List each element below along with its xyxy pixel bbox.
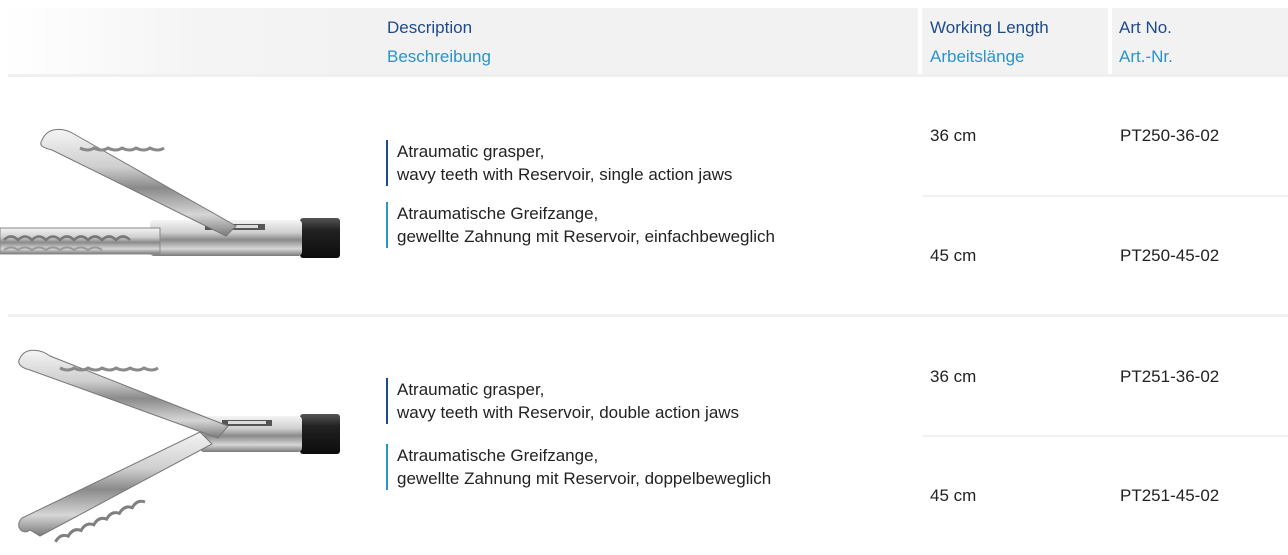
header-divider [8,74,1288,77]
product-1-artno-1: PT250-36-02 [1120,126,1220,145]
product-2-desc-en-line2: wavy teeth with Reservoir, double action… [397,403,740,422]
header-description-de: Beschreibung [387,47,491,66]
instrument-image-double-action [0,340,340,550]
product-1-length-2: 45 cm [930,246,977,265]
product-2-desc-de-line2: gewellte Zahnung mit Reservoir, doppelbe… [397,469,772,488]
header-artno-en: Art No. [1119,18,1172,37]
product-1-desc-de-line1: Atraumatische Greifzange, [397,204,599,223]
product-divider [8,314,1288,317]
header-artno-cell: Art No. Art.-Nr. [1112,8,1288,74]
product-1-artno-2: PT250-45-02 [1120,246,1220,265]
product-2-artno-2: PT251-45-02 [1120,486,1220,505]
product-1-variant-divider [922,195,1288,197]
header-length-cell: Working Length Arbeitslänge [922,8,1108,74]
product-2-desc-de-line1: Atraumatische Greifzange, [397,446,599,465]
header-artno-de: Art.-Nr. [1119,47,1173,66]
product-2-description-en: Atraumatic grasper, wavy teeth with Rese… [386,378,739,424]
product-1-length-1: 36 cm [930,126,977,145]
product-2-artno-1: PT251-36-02 [1120,367,1220,386]
product-1-description-de: Atraumatische Greifzange, gewellte Zahnu… [386,202,775,248]
product-1-desc-en-line2: wavy teeth with Reservoir, single action… [397,165,733,184]
header-length-en: Working Length [930,18,1049,37]
product-1-desc-en-line1: Atraumatic grasper, [397,142,545,161]
header-description-en: Description [387,18,473,37]
header-left-fade [0,8,372,74]
product-2-length-2: 45 cm [930,486,977,505]
product-2-desc-en-line1: Atraumatic grasper, [397,380,545,399]
product-2-description-de: Atraumatische Greifzange, gewellte Zahnu… [386,444,771,490]
header-description-cell: Description Beschreibung [372,8,918,74]
product-1-desc-de-line2: gewellte Zahnung mit Reservoir, einfachb… [397,227,775,246]
product-1-description-en: Atraumatic grasper, wavy teeth with Rese… [386,140,732,186]
product-2-length-1: 36 cm [930,367,977,386]
header-length-de: Arbeitslänge [930,47,1025,66]
product-2-variant-divider [922,435,1288,437]
instrument-image-single-action [0,112,340,272]
